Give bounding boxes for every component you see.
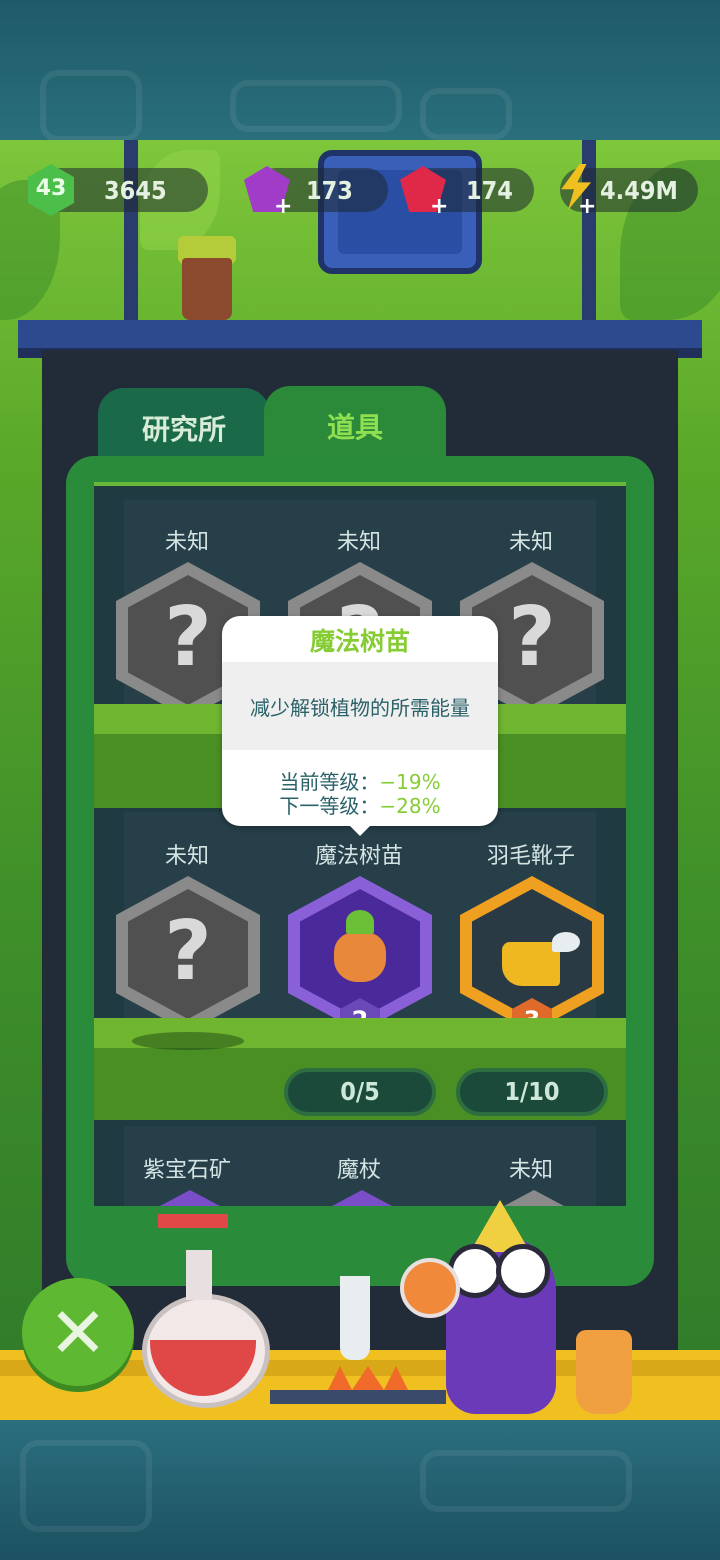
close-icon: ✕ (48, 1292, 108, 1374)
flask-neck (186, 1250, 212, 1300)
upgrade-progress: 0/5 (284, 1068, 436, 1116)
bottom-background (0, 1420, 720, 1560)
decor-pipe (230, 80, 402, 132)
energy-value: 4.49M (600, 176, 678, 205)
decor-pipe (420, 88, 512, 140)
burner-base (270, 1390, 446, 1404)
add-red-gems-icon[interactable]: + (430, 196, 448, 218)
item-label: 魔杖 (336, 1158, 381, 1183)
close-button[interactable]: ✕ (22, 1278, 134, 1386)
tooltip-description: 减少解锁植物的所需能量 (250, 696, 470, 720)
shelf-post (124, 140, 138, 320)
tab-items[interactable]: 道具 (264, 386, 446, 466)
level-value: 43 (35, 176, 67, 201)
add-purple-gems-icon[interactable]: + (274, 196, 292, 218)
test-tube-icon (340, 1276, 370, 1360)
item-label: 未知 (336, 530, 381, 555)
next-level-label: 下一等级： (279, 794, 380, 818)
item-label: 羽毛靴子 (486, 844, 575, 869)
coins-value: 3645 (104, 176, 167, 205)
decor-pipe (40, 70, 142, 142)
item-label: 紫宝石矿 (142, 1158, 231, 1183)
add-energy-icon[interactable]: + (578, 196, 596, 218)
potion-icon (400, 1258, 460, 1318)
tooltip-title: 魔法树苗 (309, 627, 410, 656)
beaker-icon (576, 1330, 632, 1414)
item-label: 魔法树苗 (314, 844, 403, 869)
item-label: 未知 (508, 530, 553, 555)
slot-shadow (132, 1032, 244, 1050)
question-mark-icon: ? (164, 904, 212, 999)
top-shelf (18, 320, 702, 350)
tooltip-next-level: 下一等级：−28% (222, 790, 498, 819)
sprout-icon (346, 910, 374, 934)
decor-pipe (20, 1440, 152, 1532)
top-background (0, 0, 720, 142)
fire-icon (328, 1366, 408, 1390)
currency-bar: 3645 173 174 4.49M (0, 168, 720, 216)
flask-tube (158, 1214, 228, 1228)
seedling-bag-icon (334, 932, 386, 982)
decor-pipe (420, 1450, 632, 1512)
tooltip-arrow (348, 824, 372, 836)
next-level-value: −28% (379, 794, 441, 818)
item-label: 未知 (164, 844, 209, 869)
item-label: 未知 (164, 530, 209, 555)
plant-pot (182, 258, 232, 320)
upgrade-progress: 1/10 (456, 1068, 608, 1116)
goggle-right (496, 1244, 550, 1298)
item-label: 未知 (508, 1158, 553, 1183)
items-scroll-area[interactable]: 未知 未知 未知 ? ? ? 未知 魔法树苗 羽毛靴子 ? 2 3 0/5 1/… (94, 486, 626, 1206)
red-gems-value: 174 (466, 176, 513, 205)
item-tooltip: 魔法树苗 减少解锁植物的所需能量 当前等级：−19% 下一等级：−28% (222, 616, 498, 826)
wing-icon (552, 932, 580, 952)
purple-gems-value: 173 (306, 176, 353, 205)
